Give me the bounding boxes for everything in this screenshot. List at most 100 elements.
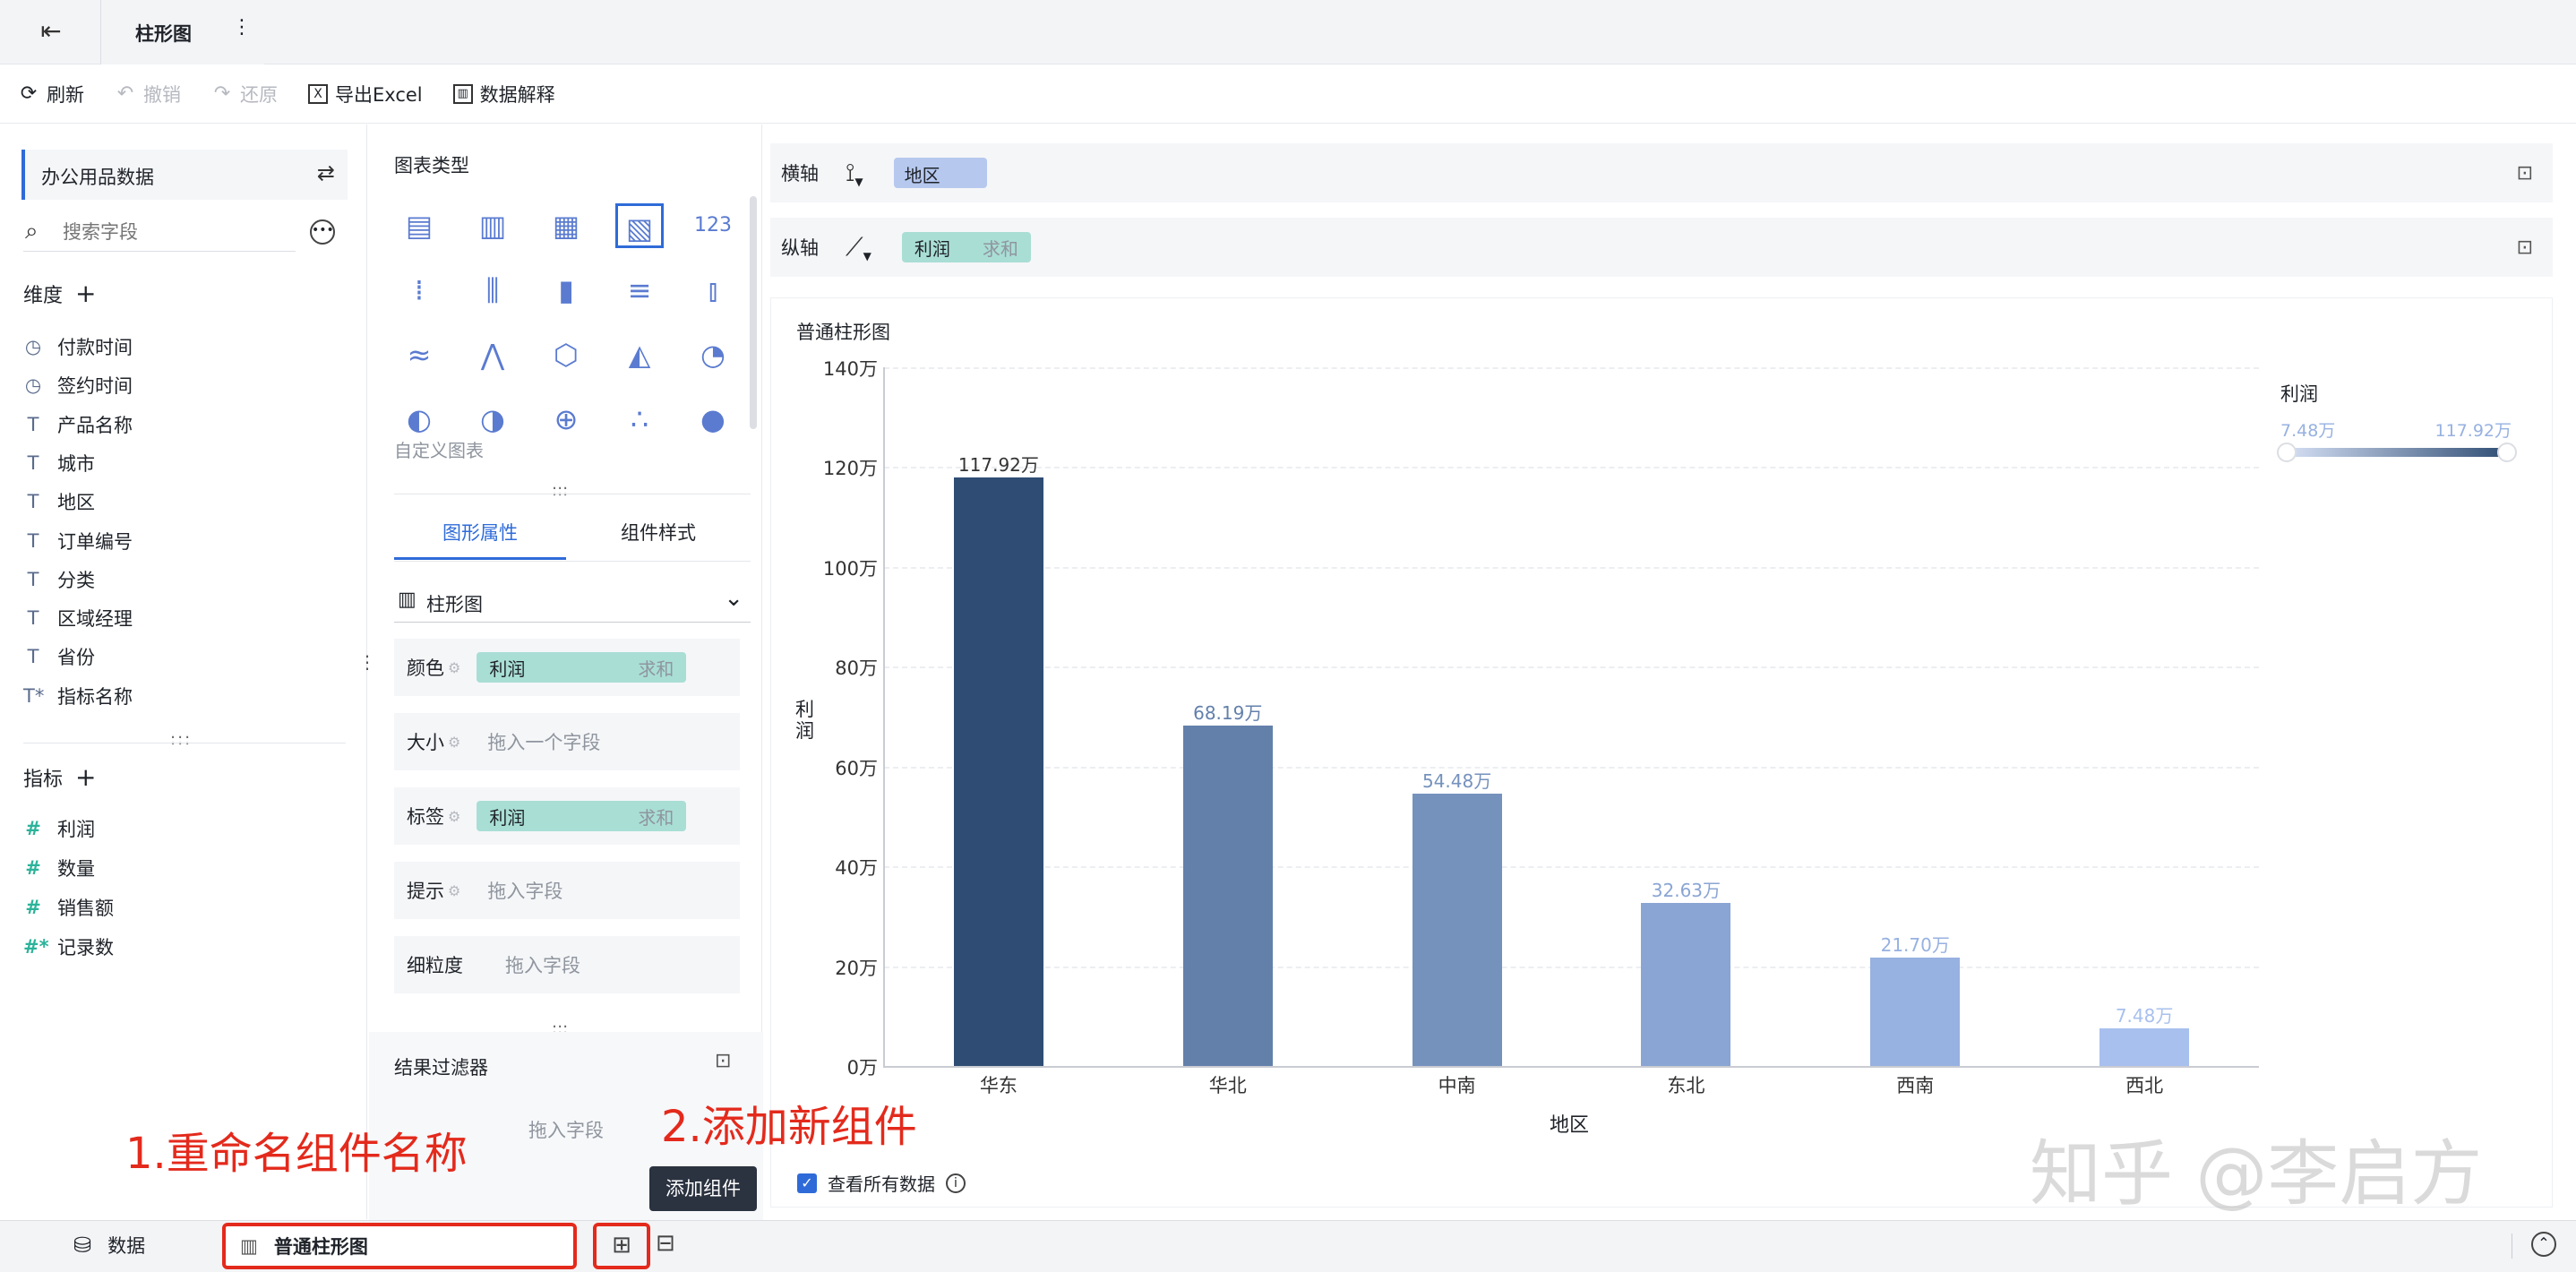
- gear-icon[interactable]: ⚙: [448, 659, 460, 676]
- bar[interactable]: [1182, 726, 1273, 1066]
- chart-title[interactable]: 普通柱形图: [796, 318, 890, 345]
- lock-icon[interactable]: ⊡: [2517, 236, 2533, 259]
- y-axis-icon[interactable]: ⟋: [846, 232, 863, 262]
- legend-handle-min[interactable]: [2277, 443, 2297, 462]
- chart-type-option[interactable]: ⁞: [395, 268, 443, 313]
- view-all-data[interactable]: ✓ 查看所有数据 i: [797, 1170, 966, 1196]
- metric-item[interactable]: # 利润: [23, 815, 95, 842]
- chart-type-option[interactable]: 123: [689, 203, 737, 248]
- dimension-item[interactable]: T 分类: [23, 566, 95, 593]
- bar[interactable]: [2099, 1028, 2190, 1066]
- chart-type-option[interactable]: ●: [689, 397, 737, 442]
- dimension-item[interactable]: ◷ 签约时间: [23, 372, 133, 399]
- gear-icon[interactable]: ⚙: [448, 882, 460, 899]
- caret-down-icon[interactable]: ▼: [854, 176, 863, 188]
- y-field-chip[interactable]: 利润 求和: [901, 232, 1031, 262]
- chart-type-option[interactable]: ∴: [615, 397, 664, 442]
- x-field-chip[interactable]: 地区: [893, 158, 987, 188]
- gear-icon[interactable]: ⚙: [448, 734, 460, 751]
- color-field-chip[interactable]: 利润 求和: [477, 652, 687, 683]
- add-metric-icon[interactable]: +: [75, 762, 96, 792]
- chart-type-option[interactable]: ≡: [615, 268, 664, 313]
- dimension-item[interactable]: T 区域经理: [23, 605, 133, 632]
- grid-line: [884, 866, 2259, 869]
- metric-item[interactable]: # 销售额: [23, 894, 114, 921]
- chart-type-option[interactable]: ⊕: [542, 397, 590, 442]
- more-icon[interactable]: ⋮: [232, 16, 252, 39]
- bar[interactable]: [1412, 794, 1502, 1066]
- granularity-row[interactable]: 细粒度 拖入字段: [394, 936, 740, 993]
- size-row[interactable]: 大小 ⚙ 拖入一个字段: [394, 713, 740, 770]
- chart-type-option[interactable]: ⬡: [542, 332, 590, 377]
- caret-down-icon[interactable]: ▼: [863, 250, 872, 262]
- tooltip-row[interactable]: 提示 ⚙ 拖入字段: [394, 862, 740, 919]
- x-axis-icon[interactable]: ⟟: [846, 158, 854, 188]
- label-row[interactable]: 标签 ⚙ 利润 求和: [394, 787, 740, 845]
- chart-kind-select[interactable]: ▥ 柱形图 ⌄: [394, 581, 751, 623]
- pane-resize-handle[interactable]: :::: [552, 481, 568, 500]
- info-icon[interactable]: i: [946, 1173, 966, 1193]
- chart-type-option[interactable]: ◔: [689, 332, 737, 377]
- chart-type-option[interactable]: ▤: [395, 203, 443, 248]
- legend-min: 7.48万: [2280, 421, 2336, 441]
- tooltip-dropzone[interactable]: 拖入字段: [487, 877, 562, 904]
- tab-graph-props[interactable]: 图形属性: [394, 519, 566, 560]
- chart-type-option[interactable]: ⫼: [468, 268, 517, 313]
- chart-type-option[interactable]: ⋀: [468, 332, 517, 377]
- size-dropzone[interactable]: 拖入一个字段: [487, 728, 600, 755]
- component-tab[interactable]: ▥ 普通柱形图: [222, 1223, 577, 1269]
- gear-icon[interactable]: ⚙: [448, 808, 460, 825]
- refresh-button[interactable]: ⟳ 刷新: [18, 81, 84, 107]
- undo-button[interactable]: ↶ 撤销: [115, 81, 181, 107]
- chart-type-option[interactable]: ⫾: [689, 268, 737, 313]
- redo-button[interactable]: ↷ 还原: [211, 81, 278, 107]
- filter-dropzone[interactable]: 拖入字段: [528, 1116, 604, 1143]
- label-label: 标签: [407, 806, 444, 828]
- dimension-item[interactable]: T 地区: [23, 488, 95, 515]
- dimension-item[interactable]: T 省份: [23, 643, 95, 670]
- dimension-item[interactable]: T 订单编号: [23, 528, 133, 554]
- metric-item[interactable]: #* 记录数: [23, 933, 114, 960]
- chart-type-option[interactable]: ◑: [468, 397, 517, 442]
- collapse-up-icon[interactable]: ⌃: [2531, 1232, 2556, 1257]
- add-dashboard-button[interactable]: ⊟: [656, 1230, 675, 1257]
- tab-component-style[interactable]: 组件样式: [566, 519, 751, 560]
- pane-resize-handle[interactable]: :::: [170, 730, 192, 749]
- chart-scrollbar[interactable]: [750, 196, 757, 429]
- checkbox-checked[interactable]: ✓: [797, 1173, 817, 1193]
- bar[interactable]: [1870, 958, 1961, 1066]
- label-field-chip[interactable]: 利润 求和: [477, 801, 687, 831]
- switch-dataset-icon[interactable]: ⇄: [317, 160, 335, 185]
- chart-type-option[interactable]: ≈: [395, 332, 443, 377]
- dimension-item[interactable]: T 城市: [23, 450, 95, 477]
- add-dimension-icon[interactable]: +: [75, 279, 96, 308]
- data-explain-button[interactable]: ▥ 数据解释: [452, 81, 555, 107]
- dimension-item[interactable]: T 产品名称: [23, 411, 133, 438]
- color-row[interactable]: 颜色 ⚙ 利润 求和: [394, 639, 740, 696]
- exit-icon[interactable]: ⇤: [36, 16, 66, 47]
- granularity-dropzone[interactable]: 拖入字段: [505, 951, 580, 978]
- export-excel-button[interactable]: X 导出Excel: [308, 81, 423, 107]
- legend-handle-max[interactable]: [2497, 443, 2517, 462]
- chart-type-option[interactable]: ▧: [615, 203, 664, 248]
- dimension-item[interactable]: ◷ 付款时间: [23, 333, 133, 360]
- dimension-item[interactable]: T* 指标名称: [23, 683, 133, 709]
- lock-icon[interactable]: ⊡: [715, 1050, 731, 1072]
- chart-type-option[interactable]: ◐: [395, 397, 443, 442]
- lock-icon[interactable]: ⊡: [2517, 162, 2533, 185]
- bar[interactable]: [1641, 903, 1731, 1066]
- chart-type-option[interactable]: ▦: [542, 203, 590, 248]
- chart-type-option[interactable]: ▮: [542, 268, 590, 313]
- custom-chart-link[interactable]: 自定义图表: [394, 436, 484, 462]
- bar[interactable]: [953, 477, 1043, 1066]
- chart-type-option[interactable]: ◭: [615, 332, 664, 377]
- search-input[interactable]: [63, 219, 287, 245]
- metric-item[interactable]: # 数量: [23, 855, 95, 881]
- search-field[interactable]: ⌕: [23, 214, 296, 252]
- data-tab[interactable]: ⛁ 数据: [73, 1232, 145, 1259]
- sheet-tab[interactable]: 柱形图 ⋮: [101, 0, 264, 64]
- more-options-icon[interactable]: •••: [310, 219, 335, 245]
- add-component-button[interactable]: ⊞: [593, 1223, 650, 1269]
- dataset-selector[interactable]: 办公用品数据 ⇄: [21, 150, 348, 200]
- chart-type-option[interactable]: ▥: [468, 203, 517, 248]
